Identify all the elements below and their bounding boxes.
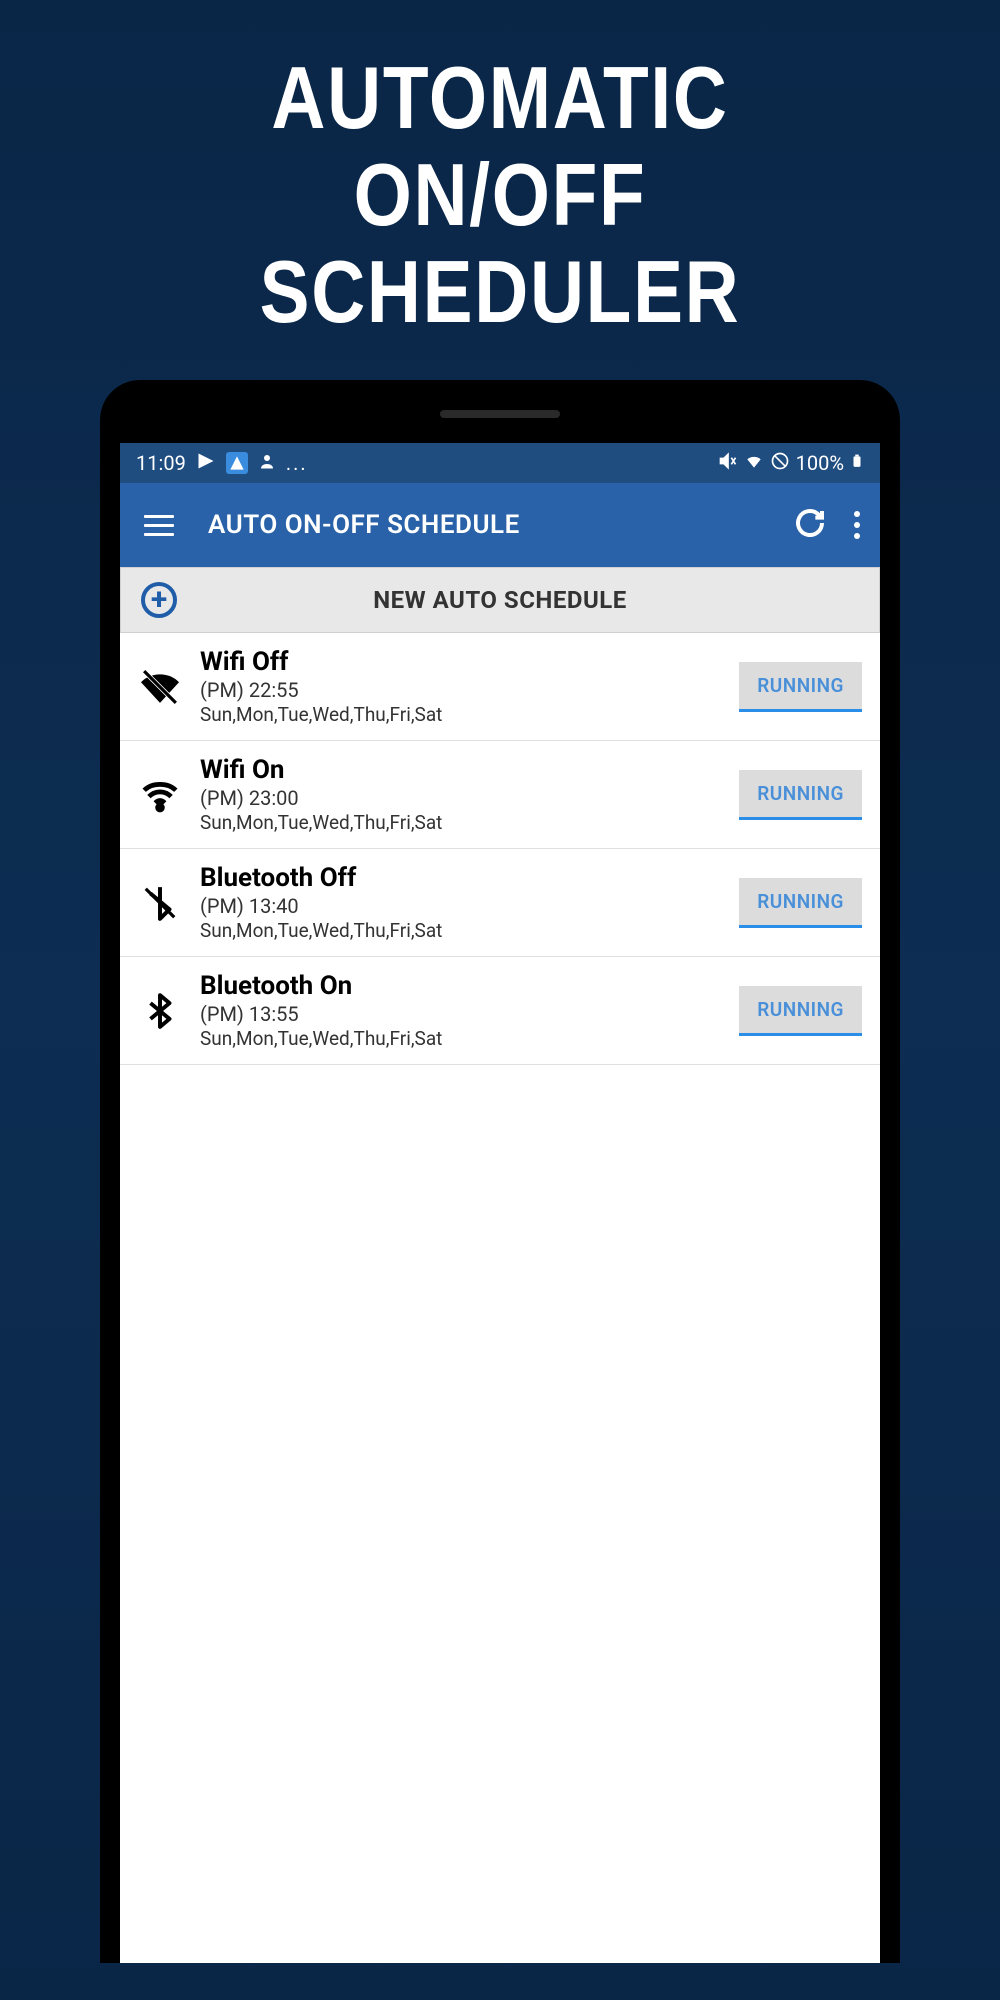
battery-icon: [850, 451, 864, 476]
wifi-off-icon: [138, 668, 182, 706]
bluetooth-off-icon: [138, 884, 182, 922]
menu-button[interactable]: [140, 511, 178, 540]
schedule-title: Wifi Off: [200, 647, 739, 677]
schedule-title: Wifi On: [200, 755, 739, 785]
app-bar: AUTO ON-OFF SCHEDULE: [120, 483, 880, 567]
schedule-days: Sun,Mon,Tue,Wed,Thu,Fri,Sat: [200, 1027, 739, 1050]
wifi-status-icon: [744, 451, 764, 476]
refresh-button[interactable]: [786, 499, 834, 551]
schedule-time: (PM) 13:40: [200, 894, 739, 918]
app-bar-title: AUTO ON-OFF SCHEDULE: [208, 510, 786, 540]
wifi-on-icon: [138, 776, 182, 814]
phone-frame: 11:09 ...: [100, 380, 900, 1963]
new-schedule-button[interactable]: + NEW AUTO SCHEDULE: [120, 567, 880, 633]
status-time: 11:09: [136, 451, 186, 475]
network-signal-icon: [226, 452, 248, 474]
mute-icon: [718, 451, 738, 476]
schedule-item[interactable]: Wifi On (PM) 23:00 Sun,Mon,Tue,Wed,Thu,F…: [120, 741, 880, 849]
phone-screen: 11:09 ...: [120, 443, 880, 1963]
schedule-title: Bluetooth Off: [200, 863, 739, 893]
promo-line-3: SCHEDULER: [92, 244, 908, 341]
running-badge[interactable]: RUNNING: [739, 878, 862, 928]
status-left: 11:09 ...: [136, 451, 308, 476]
schedule-item[interactable]: Bluetooth On (PM) 13:55 Sun,Mon,Tue,Wed,…: [120, 957, 880, 1065]
schedule-content: Wifi On (PM) 23:00 Sun,Mon,Tue,Wed,Thu,F…: [200, 755, 739, 834]
status-overflow: ...: [286, 451, 308, 475]
more-options-button[interactable]: [854, 511, 860, 539]
promo-line-2: ON/OFF: [92, 147, 908, 244]
status-right: 100%: [718, 451, 864, 476]
schedule-item[interactable]: Wifi Off (PM) 22:55 Sun,Mon,Tue,Wed,Thu,…: [120, 633, 880, 741]
phone-speaker: [440, 410, 560, 418]
schedule-time: (PM) 22:55: [200, 678, 739, 702]
running-badge[interactable]: RUNNING: [739, 770, 862, 820]
schedule-title: Bluetooth On: [200, 971, 739, 1001]
running-badge[interactable]: RUNNING: [739, 986, 862, 1036]
schedule-days: Sun,Mon,Tue,Wed,Thu,Fri,Sat: [200, 919, 739, 942]
schedule-time: (PM) 13:55: [200, 1002, 739, 1026]
user-icon: [258, 451, 276, 475]
running-badge[interactable]: RUNNING: [739, 662, 862, 712]
promo-line-1: AUTOMATIC: [92, 50, 908, 147]
schedule-content: Bluetooth Off (PM) 13:40 Sun,Mon,Tue,Wed…: [200, 863, 739, 942]
play-store-icon: [196, 451, 216, 476]
schedule-list: Wifi Off (PM) 22:55 Sun,Mon,Tue,Wed,Thu,…: [120, 633, 880, 1065]
schedule-days: Sun,Mon,Tue,Wed,Thu,Fri,Sat: [200, 811, 739, 834]
schedule-days: Sun,Mon,Tue,Wed,Thu,Fri,Sat: [200, 703, 739, 726]
battery-percent: 100%: [796, 451, 844, 475]
promo-title: AUTOMATIC ON/OFF SCHEDULER: [75, 0, 925, 380]
schedule-item[interactable]: Bluetooth Off (PM) 13:40 Sun,Mon,Tue,Wed…: [120, 849, 880, 957]
schedule-content: Wifi Off (PM) 22:55 Sun,Mon,Tue,Wed,Thu,…: [200, 647, 739, 726]
schedule-content: Bluetooth On (PM) 13:55 Sun,Mon,Tue,Wed,…: [200, 971, 739, 1050]
status-bar: 11:09 ...: [120, 443, 880, 483]
bluetooth-on-icon: [138, 992, 182, 1030]
schedule-time: (PM) 23:00: [200, 786, 739, 810]
no-signal-icon: [770, 451, 790, 476]
new-schedule-label: NEW AUTO SCHEDULE: [141, 586, 859, 614]
